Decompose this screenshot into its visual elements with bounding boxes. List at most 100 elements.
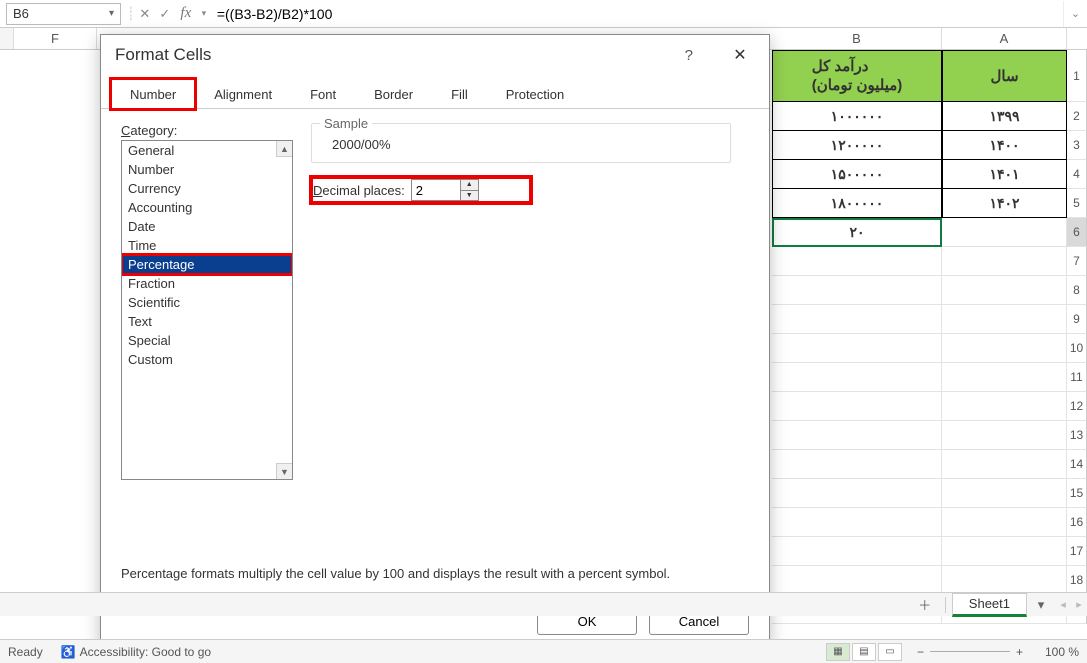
category-general[interactable]: General	[122, 141, 292, 160]
empty-cell[interactable]	[772, 392, 942, 421]
tab-protection[interactable]: Protection	[487, 79, 584, 109]
cell-a4[interactable]: ۱۴۰۱	[942, 160, 1067, 189]
empty-cell[interactable]	[772, 276, 942, 305]
empty-cell[interactable]	[942, 537, 1067, 566]
spinner-down-icon[interactable]: ▼	[461, 191, 478, 201]
category-fraction[interactable]: Fraction	[122, 274, 292, 293]
formula-input[interactable]	[211, 3, 1063, 25]
cell-b5[interactable]: ۱۸۰۰۰۰۰	[772, 189, 942, 218]
cell-a5[interactable]: ۱۴۰۲	[942, 189, 1067, 218]
cell-b4[interactable]: ۱۵۰۰۰۰۰	[772, 160, 942, 189]
category-accounting[interactable]: Accounting	[122, 198, 292, 217]
row-header-1[interactable]: 1	[1067, 50, 1087, 102]
name-box[interactable]: B6 ▾	[6, 3, 121, 25]
empty-cell[interactable]	[942, 508, 1067, 537]
sheet-nav-right-icon[interactable]: ▸	[1071, 598, 1087, 611]
chevron-down-icon[interactable]: ▾	[109, 8, 114, 19]
row-header-9[interactable]: 9	[1067, 305, 1087, 334]
select-all-corner[interactable]	[0, 28, 14, 49]
tab-border[interactable]: Border	[355, 79, 432, 109]
zoom-out-icon[interactable]: −	[911, 645, 930, 659]
accept-entry-icon[interactable]: ✓	[155, 3, 175, 25]
spinner-up-icon[interactable]: ▲	[461, 180, 478, 191]
expand-formula-bar-icon[interactable]: ⌄	[1063, 1, 1087, 27]
empty-cell[interactable]	[772, 247, 942, 276]
empty-cell[interactable]	[942, 363, 1067, 392]
row-header-10[interactable]: 10	[1067, 334, 1087, 363]
column-header-a[interactable]: A	[942, 28, 1067, 49]
tab-fill[interactable]: Fill	[432, 79, 487, 109]
row-header-5[interactable]: 5	[1067, 189, 1087, 218]
accessibility-icon[interactable]: ♿	[61, 645, 76, 659]
table-header-b[interactable]: درآمد کل (میلیون تومان)	[772, 50, 942, 102]
zoom-slider[interactable]	[930, 650, 1010, 654]
tab-font[interactable]: Font	[291, 79, 355, 109]
zoom-level[interactable]: 100 %	[1029, 645, 1079, 659]
row-header-17[interactable]: 17	[1067, 537, 1087, 566]
row-header-15[interactable]: 15	[1067, 479, 1087, 508]
row-header-2[interactable]: 2	[1067, 102, 1087, 131]
empty-cell[interactable]	[942, 247, 1067, 276]
empty-cell[interactable]	[942, 479, 1067, 508]
sheet-tab-active[interactable]: Sheet1	[952, 593, 1027, 617]
row-header-7[interactable]: 7	[1067, 247, 1087, 276]
category-percentage[interactable]: Percentage	[122, 255, 292, 274]
tab-alignment[interactable]: Alignment	[195, 79, 291, 109]
fx-dropdown-icon[interactable]: ▾	[197, 8, 211, 19]
cell-b3[interactable]: ۱۲۰۰۰۰۰	[772, 131, 942, 160]
row-header-14[interactable]: 14	[1067, 450, 1087, 479]
table-header-a[interactable]: سال	[942, 50, 1067, 102]
column-header-f[interactable]: F	[14, 28, 97, 49]
empty-cell[interactable]	[772, 334, 942, 363]
category-currency[interactable]: Currency	[122, 179, 292, 198]
empty-cell[interactable]	[942, 276, 1067, 305]
close-icon[interactable]: ✕	[725, 45, 755, 65]
row-header-8[interactable]: 8	[1067, 276, 1087, 305]
page-layout-view-icon[interactable]: ▤	[852, 643, 876, 661]
zoom-in-icon[interactable]: +	[1010, 645, 1029, 659]
row-header-6[interactable]: 6	[1067, 218, 1087, 247]
empty-cell[interactable]	[772, 305, 942, 334]
scroll-down-icon[interactable]: ▼	[276, 463, 292, 479]
sheet-list-dropdown-icon[interactable]: ▾	[1027, 593, 1055, 617]
empty-cell[interactable]	[772, 537, 942, 566]
cell-a2[interactable]: ۱۳۹۹	[942, 102, 1067, 131]
new-sheet-button[interactable]: ＋	[911, 593, 939, 617]
row-header-3[interactable]: 3	[1067, 131, 1087, 160]
category-time[interactable]: Time	[122, 236, 292, 255]
empty-cell[interactable]	[942, 421, 1067, 450]
category-number[interactable]: Number	[122, 160, 292, 179]
category-custom[interactable]: Custom	[122, 350, 292, 369]
row-header-18[interactable]: 18	[1067, 566, 1087, 595]
page-break-view-icon[interactable]: ▭	[878, 643, 902, 661]
column-header-b[interactable]: B	[772, 28, 942, 49]
cell-b2[interactable]: ۱۰۰۰۰۰۰	[772, 102, 942, 131]
cell-a6[interactable]	[942, 218, 1067, 247]
category-text[interactable]: Text	[122, 312, 292, 331]
empty-cell[interactable]	[772, 508, 942, 537]
cell-a3[interactable]: ۱۴۰۰	[942, 131, 1067, 160]
row-header-13[interactable]: 13	[1067, 421, 1087, 450]
category-list[interactable]: General Number Currency Accounting Date …	[121, 140, 293, 480]
empty-cell[interactable]	[942, 305, 1067, 334]
scroll-up-icon[interactable]: ▲	[276, 141, 292, 157]
row-header-16[interactable]: 16	[1067, 508, 1087, 537]
empty-cell[interactable]	[772, 450, 942, 479]
normal-view-icon[interactable]: ▦	[826, 643, 850, 661]
category-special[interactable]: Special	[122, 331, 292, 350]
empty-cell[interactable]	[772, 363, 942, 392]
empty-cell[interactable]	[772, 479, 942, 508]
empty-cell[interactable]	[942, 566, 1067, 595]
decimal-places-spinner[interactable]: ▲ ▼	[411, 179, 479, 201]
help-button[interactable]: ?	[685, 47, 693, 64]
empty-cell[interactable]	[942, 334, 1067, 363]
status-accessibility[interactable]: Accessibility: Good to go	[80, 645, 211, 659]
empty-cell[interactable]	[772, 421, 942, 450]
row-header-11[interactable]: 11	[1067, 363, 1087, 392]
decimal-places-input[interactable]	[412, 180, 460, 200]
sheet-nav-left-icon[interactable]: ◂	[1055, 598, 1071, 611]
cell-b6-selected[interactable]: ۲۰	[772, 218, 942, 247]
cancel-entry-icon[interactable]: ✕	[135, 3, 155, 25]
row-header-4[interactable]: 4	[1067, 160, 1087, 189]
fx-icon[interactable]: fx	[175, 5, 197, 22]
